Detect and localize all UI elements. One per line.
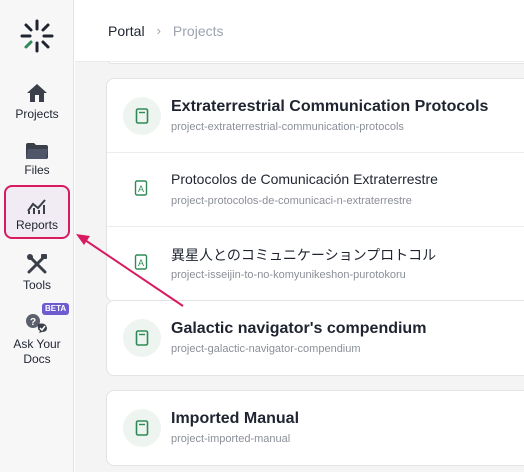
folder-icon (26, 143, 48, 159)
project-group: Galactic navigator's compendium project-… (106, 300, 524, 376)
sidebar-item-label: Tools (22, 278, 51, 292)
sidebar-item-reports[interactable]: Reports (4, 185, 70, 239)
chart-icon (27, 199, 46, 214)
project-row[interactable]: Imported Manual project-imported-manual (107, 391, 524, 465)
project-slug: project-isseijin-to-no-komyunikeshon-pur… (171, 269, 406, 281)
project-title[interactable]: Imported Manual (171, 410, 299, 428)
sidebar-item-files[interactable]: Files (4, 142, 70, 178)
project-slug: project-extraterrestrial-communication-p… (171, 121, 404, 133)
tools-icon (27, 254, 47, 274)
project-group: Imported Manual project-imported-manual (106, 390, 524, 466)
translation-doc-icon: A (134, 180, 148, 201)
sidebar-item-label: Projects (15, 107, 59, 121)
project-title[interactable]: Extraterrestrial Communication Protocols (171, 98, 488, 116)
project-row[interactable]: A Protocolos de Comunicación Extraterres… (107, 153, 524, 227)
sidebar-item-label: Files (24, 163, 50, 177)
project-group: Extraterrestrial Communication Protocols… (106, 78, 524, 302)
breadcrumb-separator: › (156, 23, 161, 38)
project-slug: project-galactic-navigator-compendium (171, 343, 361, 355)
sidebar-item-label: Ask Your Docs (13, 337, 61, 366)
project-slug: project-imported-manual (171, 433, 291, 445)
project-row[interactable]: Extraterrestrial Communication Protocols… (107, 79, 524, 153)
home-icon (27, 84, 47, 102)
project-list: Extraterrestrial Communication Protocols… (75, 62, 524, 472)
sidebar-item-ask-your-docs[interactable]: ? Ask Your Docs (4, 312, 70, 367)
project-card-partial (106, 62, 524, 64)
book-icon (123, 319, 161, 357)
project-slug: project-protocolos-de-comunicaci-n-extra… (171, 195, 412, 207)
svg-text:A: A (138, 258, 144, 268)
sidebar-item-projects[interactable]: Projects (4, 82, 70, 122)
sidebar-item-label: Reports (15, 218, 59, 232)
logo-icon[interactable] (19, 18, 55, 54)
svg-text:?: ? (30, 317, 36, 328)
sidebar: Projects Files Reports Tools ? Ask Your … (0, 0, 74, 472)
breadcrumb: Portal › Projects (75, 0, 524, 62)
book-icon (123, 409, 161, 447)
project-title[interactable]: Protocolos de Comunicación Extraterrestr… (171, 171, 438, 187)
project-row[interactable]: Galactic navigator's compendium project-… (107, 301, 524, 375)
ask-docs-icon: ? (26, 314, 47, 333)
book-icon (123, 97, 161, 135)
breadcrumb-current: Projects (172, 22, 224, 39)
project-title[interactable]: 異星人とのコミュニケーションプロトコル (171, 245, 436, 265)
beta-badge: BETA (42, 303, 70, 315)
project-row[interactable]: A 異星人とのコミュニケーションプロトコル project-isseijin-t… (107, 227, 524, 301)
translation-doc-icon: A (134, 254, 148, 275)
breadcrumb-portal-link[interactable]: Portal (108, 23, 145, 39)
project-title[interactable]: Galactic navigator's compendium (171, 320, 426, 338)
svg-text:A: A (138, 184, 144, 194)
sidebar-item-tools[interactable]: Tools (4, 253, 70, 293)
